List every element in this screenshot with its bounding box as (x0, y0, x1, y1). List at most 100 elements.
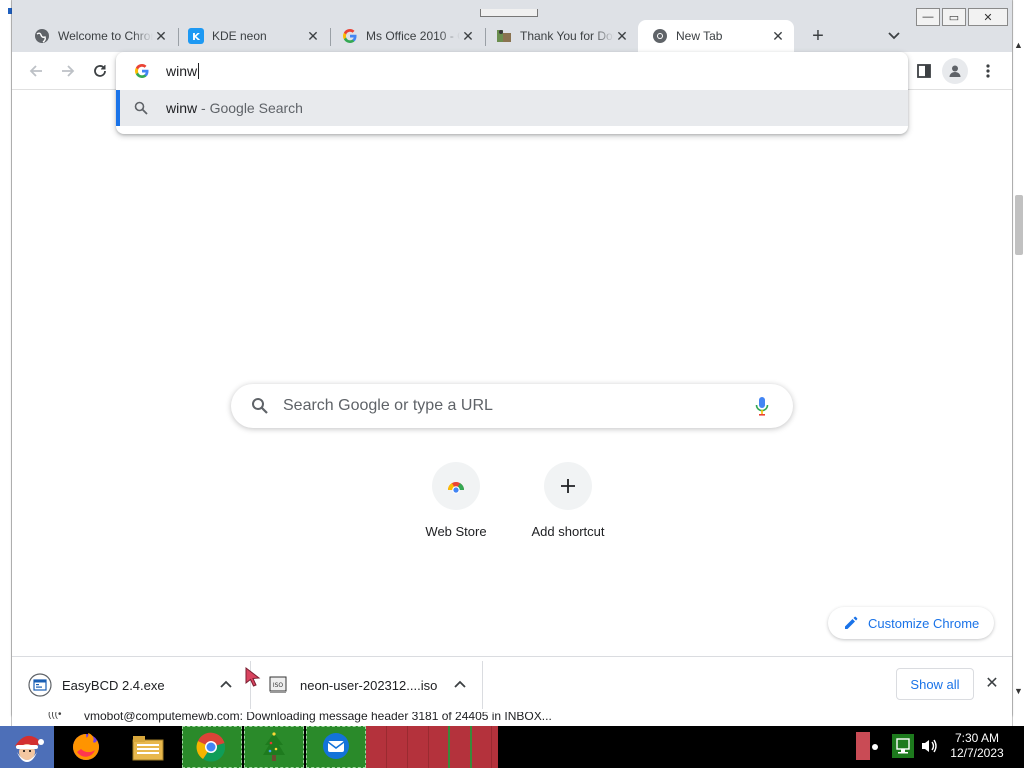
minimize-button[interactable]: — (916, 8, 940, 26)
back-arrow-icon[interactable] (24, 59, 48, 83)
start-button[interactable] (0, 726, 54, 768)
taskbar-quick-launch-area (366, 726, 498, 768)
taskbar-chrome-button[interactable] (182, 726, 242, 768)
clock-time: 7:30 AM (954, 731, 1000, 745)
tab-close-icon[interactable]: ✕ (460, 28, 476, 44)
window-controls: — ▭ ✕ (916, 8, 1008, 26)
tab-title: Welcome to Chrome (58, 29, 153, 43)
firefox-icon[interactable] (68, 729, 104, 765)
side-panel-icon[interactable] (912, 59, 936, 83)
microphone-icon[interactable] (755, 396, 769, 416)
network-icon[interactable] (892, 734, 914, 758)
close-shelf-icon[interactable]: ✕ (982, 673, 1002, 693)
suggestion-source: Google Search (209, 100, 303, 116)
suggestion-selected-indicator (116, 90, 120, 126)
tab-welcome[interactable]: Welcome to Chrome ✕ (20, 20, 177, 52)
forward-arrow-icon[interactable] (56, 59, 80, 83)
taskbar-divider (470, 726, 472, 768)
site-icon (496, 28, 512, 44)
system-clock[interactable]: 7:30 AM 12/7/2023 (946, 731, 1008, 761)
kebab-menu-icon[interactable] (978, 59, 998, 83)
volume-icon[interactable] (918, 734, 940, 758)
scroll-up-arrow-icon[interactable]: ▲ (1014, 40, 1023, 50)
close-window-button[interactable]: ✕ (968, 8, 1008, 26)
tab-close-icon[interactable]: ✕ (770, 28, 786, 44)
thunderbird-icon (321, 731, 351, 764)
tab-new-tab[interactable]: New Tab ✕ (638, 20, 794, 52)
kde-icon: K (188, 28, 204, 44)
shortcut-web-store[interactable]: Web Store (400, 462, 512, 552)
santa-icon (15, 735, 44, 762)
suggestion-separator: - (197, 100, 210, 116)
suggestion-query: winw (166, 100, 198, 116)
profile-avatar-icon[interactable] (942, 58, 968, 84)
svg-text:K: K (192, 32, 201, 43)
mouse-cursor-icon (244, 666, 262, 688)
scrollbar-thumb[interactable] (1015, 195, 1023, 255)
download-menu-chevron-icon[interactable] (220, 679, 232, 691)
tray-dot-icon (872, 744, 878, 750)
omnibox-popup: winw winw - Google Search (116, 52, 908, 134)
customize-label: Customize Chrome (868, 615, 980, 631)
download-separator (482, 661, 483, 709)
ntp-search-placeholder: Search Google or type a URL (283, 397, 493, 414)
taskbar-thunderbird-button[interactable] (306, 726, 366, 768)
status-text: vmobot@computemewb.com: Downloading mess… (84, 712, 552, 723)
plus-icon (544, 462, 592, 510)
search-icon (251, 397, 269, 415)
customize-chrome-button[interactable]: Customize Chrome (828, 607, 994, 639)
taskbar-divider (448, 726, 450, 768)
omnibox-input[interactable]: winw (166, 61, 200, 81)
omnibox-value: winw (166, 63, 198, 79)
show-all-button[interactable]: Show all (896, 668, 974, 700)
download-filename: neon-user-202312....iso (300, 677, 438, 693)
download-menu-chevron-icon[interactable] (454, 679, 466, 691)
text-caret (198, 63, 200, 79)
exe-icon (28, 673, 52, 697)
search-icon (134, 101, 148, 115)
tab-title: Ms Office 2010 - Google Search (366, 29, 460, 43)
background-window-right: ▲ ▼ (1012, 0, 1024, 730)
background-window-left (0, 0, 36, 730)
clock-date: 12/7/2023 (950, 746, 1004, 760)
window-drag-handle[interactable] (480, 9, 538, 17)
download-item-neon-iso[interactable]: ISO neon-user-202312....iso (266, 657, 478, 713)
ntp-search-box[interactable]: Search Google or type a URL (231, 384, 793, 428)
shortcut-label: Web Store (425, 524, 487, 539)
tab-google-search[interactable]: Ms Office 2010 - Google Search ✕ (328, 20, 484, 52)
tray-indicator[interactable] (856, 732, 870, 760)
chrome-taskbar-icon (195, 731, 227, 766)
suggestion-text: winw - Google Search (166, 100, 303, 116)
scroll-down-arrow-icon[interactable]: ▼ (1014, 686, 1023, 696)
new-tab-button[interactable]: + (806, 24, 830, 48)
omnibox-suggestion[interactable]: winw - Google Search (116, 90, 908, 126)
svg-text:ISO: ISO (273, 682, 284, 689)
chrome-window: Welcome to Chrome ✕ K KDE neon ✕ Ms Offi… (12, 0, 1012, 716)
tab-close-icon[interactable]: ✕ (153, 28, 169, 44)
tab-kde-neon[interactable]: K KDE neon ✕ (174, 20, 329, 52)
reload-icon[interactable] (88, 59, 112, 83)
tab-thank-you[interactable]: Thank You for Downloading ✕ (482, 20, 638, 52)
download-item-easybcd[interactable]: EasyBCD 2.4.exe (28, 657, 252, 713)
christmas-tree-icon (261, 731, 287, 766)
tab-close-icon[interactable]: ✕ (305, 28, 321, 44)
chrome-icon (652, 28, 668, 44)
tab-title: Thank You for Downloading (520, 29, 614, 43)
iso-icon: ISO (266, 673, 290, 697)
tab-close-icon[interactable]: ✕ (614, 28, 630, 44)
globe-icon (34, 28, 50, 44)
restore-button[interactable]: ▭ (942, 8, 966, 26)
background-status-bar: (((• vmobot@computemewb.com: Downloading… (12, 712, 1012, 726)
tab-title: New Tab (676, 29, 723, 43)
taskbar: 7:30 AM 12/7/2023 (0, 726, 1024, 768)
download-shelf: EasyBCD 2.4.exe ISO neon-user-202312....… (12, 656, 1012, 712)
tab-search-chevron-icon[interactable] (882, 24, 906, 48)
taskbar-tree-button[interactable] (244, 726, 304, 768)
shortcut-add[interactable]: Add shortcut (512, 462, 624, 552)
shortcut-label: Add shortcut (531, 524, 605, 539)
download-filename: EasyBCD 2.4.exe (62, 677, 165, 693)
google-g-icon (134, 63, 150, 79)
file-manager-icon[interactable] (130, 729, 166, 765)
webstore-icon (432, 462, 480, 510)
status-tag: (((• (48, 712, 62, 720)
